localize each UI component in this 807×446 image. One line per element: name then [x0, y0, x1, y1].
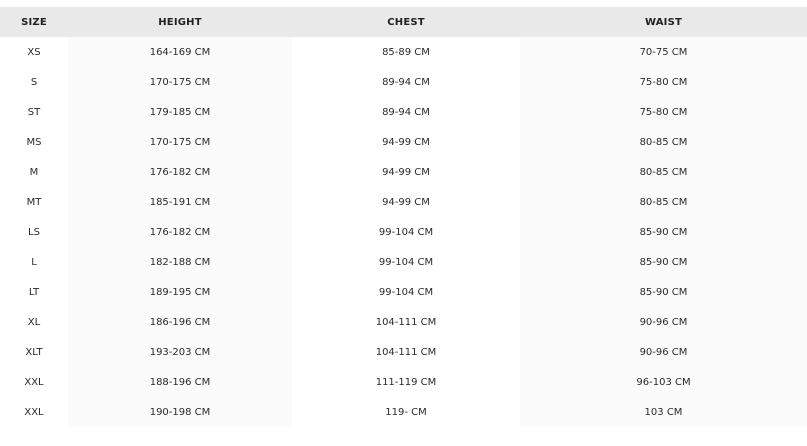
cell-chest: 119- CM [292, 397, 520, 427]
cell-waist: 90-96 CM [520, 307, 807, 337]
cell-waist: 85-90 CM [520, 277, 807, 307]
cell-chest: 104-111 CM [292, 307, 520, 337]
cell-waist: 80-85 CM [520, 127, 807, 157]
cell-height: 164-169 CM [68, 37, 292, 67]
cell-height: 189-195 CM [68, 277, 292, 307]
cell-height: 176-182 CM [68, 217, 292, 247]
cell-size: XXL [0, 367, 68, 397]
cell-chest: 89-94 CM [292, 97, 520, 127]
cell-height: 176-182 CM [68, 157, 292, 187]
header-row: SIZE HEIGHT CHEST WAIST [0, 7, 807, 37]
cell-chest: 99-104 CM [292, 277, 520, 307]
cell-height: 182-188 CM [68, 247, 292, 277]
cell-chest: 99-104 CM [292, 247, 520, 277]
cell-height: 193-203 CM [68, 337, 292, 367]
table-row: XXL 188-196 CM 111-119 CM 96-103 CM [0, 367, 807, 397]
cell-chest: 99-104 CM [292, 217, 520, 247]
table-row: XXL 190-198 CM 119- CM 103 CM [0, 397, 807, 427]
cell-height: 190-198 CM [68, 397, 292, 427]
cell-waist: 80-85 CM [520, 187, 807, 217]
cell-chest: 111-119 CM [292, 367, 520, 397]
cell-waist: 85-90 CM [520, 247, 807, 277]
header-size: SIZE [0, 7, 68, 37]
cell-waist: 75-80 CM [520, 67, 807, 97]
table-row: MS 170-175 CM 94-99 CM 80-85 CM [0, 127, 807, 157]
cell-waist: 75-80 CM [520, 97, 807, 127]
cell-waist: 80-85 CM [520, 157, 807, 187]
header-chest: CHEST [292, 7, 520, 37]
size-chart-table: SIZE HEIGHT CHEST WAIST XS 164-169 CM 85… [0, 7, 807, 427]
table-row: ST 179-185 CM 89-94 CM 75-80 CM [0, 97, 807, 127]
header-height: HEIGHT [68, 7, 292, 37]
cell-height: 179-185 CM [68, 97, 292, 127]
cell-waist: 85-90 CM [520, 217, 807, 247]
table-row: XL 186-196 CM 104-111 CM 90-96 CM [0, 307, 807, 337]
cell-size: XS [0, 37, 68, 67]
table-row: LS 176-182 CM 99-104 CM 85-90 CM [0, 217, 807, 247]
table-row: M 176-182 CM 94-99 CM 80-85 CM [0, 157, 807, 187]
cell-size: ST [0, 97, 68, 127]
cell-waist: 96-103 CM [520, 367, 807, 397]
cell-size: MT [0, 187, 68, 217]
cell-size: M [0, 157, 68, 187]
cell-size: XL [0, 307, 68, 337]
cell-chest: 94-99 CM [292, 187, 520, 217]
table-row: LT 189-195 CM 99-104 CM 85-90 CM [0, 277, 807, 307]
cell-size: S [0, 67, 68, 97]
table-row: XS 164-169 CM 85-89 CM 70-75 CM [0, 37, 807, 67]
cell-height: 170-175 CM [68, 127, 292, 157]
table-row: S 170-175 CM 89-94 CM 75-80 CM [0, 67, 807, 97]
size-chart-body: XS 164-169 CM 85-89 CM 70-75 CM S 170-17… [0, 37, 807, 427]
cell-chest: 94-99 CM [292, 127, 520, 157]
cell-height: 185-191 CM [68, 187, 292, 217]
cell-size: MS [0, 127, 68, 157]
cell-height: 170-175 CM [68, 67, 292, 97]
cell-chest: 104-111 CM [292, 337, 520, 367]
cell-size: L [0, 247, 68, 277]
cell-height: 186-196 CM [68, 307, 292, 337]
table-row: L 182-188 CM 99-104 CM 85-90 CM [0, 247, 807, 277]
cell-chest: 89-94 CM [292, 67, 520, 97]
size-chart-header: SIZE HEIGHT CHEST WAIST [0, 7, 807, 37]
cell-height: 188-196 CM [68, 367, 292, 397]
cell-size: XXL [0, 397, 68, 427]
cell-size: XLT [0, 337, 68, 367]
header-waist: WAIST [520, 7, 807, 37]
cell-size: LT [0, 277, 68, 307]
cell-waist: 90-96 CM [520, 337, 807, 367]
cell-waist: 103 CM [520, 397, 807, 427]
cell-waist: 70-75 CM [520, 37, 807, 67]
cell-chest: 94-99 CM [292, 157, 520, 187]
table-row: MT 185-191 CM 94-99 CM 80-85 CM [0, 187, 807, 217]
cell-chest: 85-89 CM [292, 37, 520, 67]
cell-size: LS [0, 217, 68, 247]
table-row: XLT 193-203 CM 104-111 CM 90-96 CM [0, 337, 807, 367]
